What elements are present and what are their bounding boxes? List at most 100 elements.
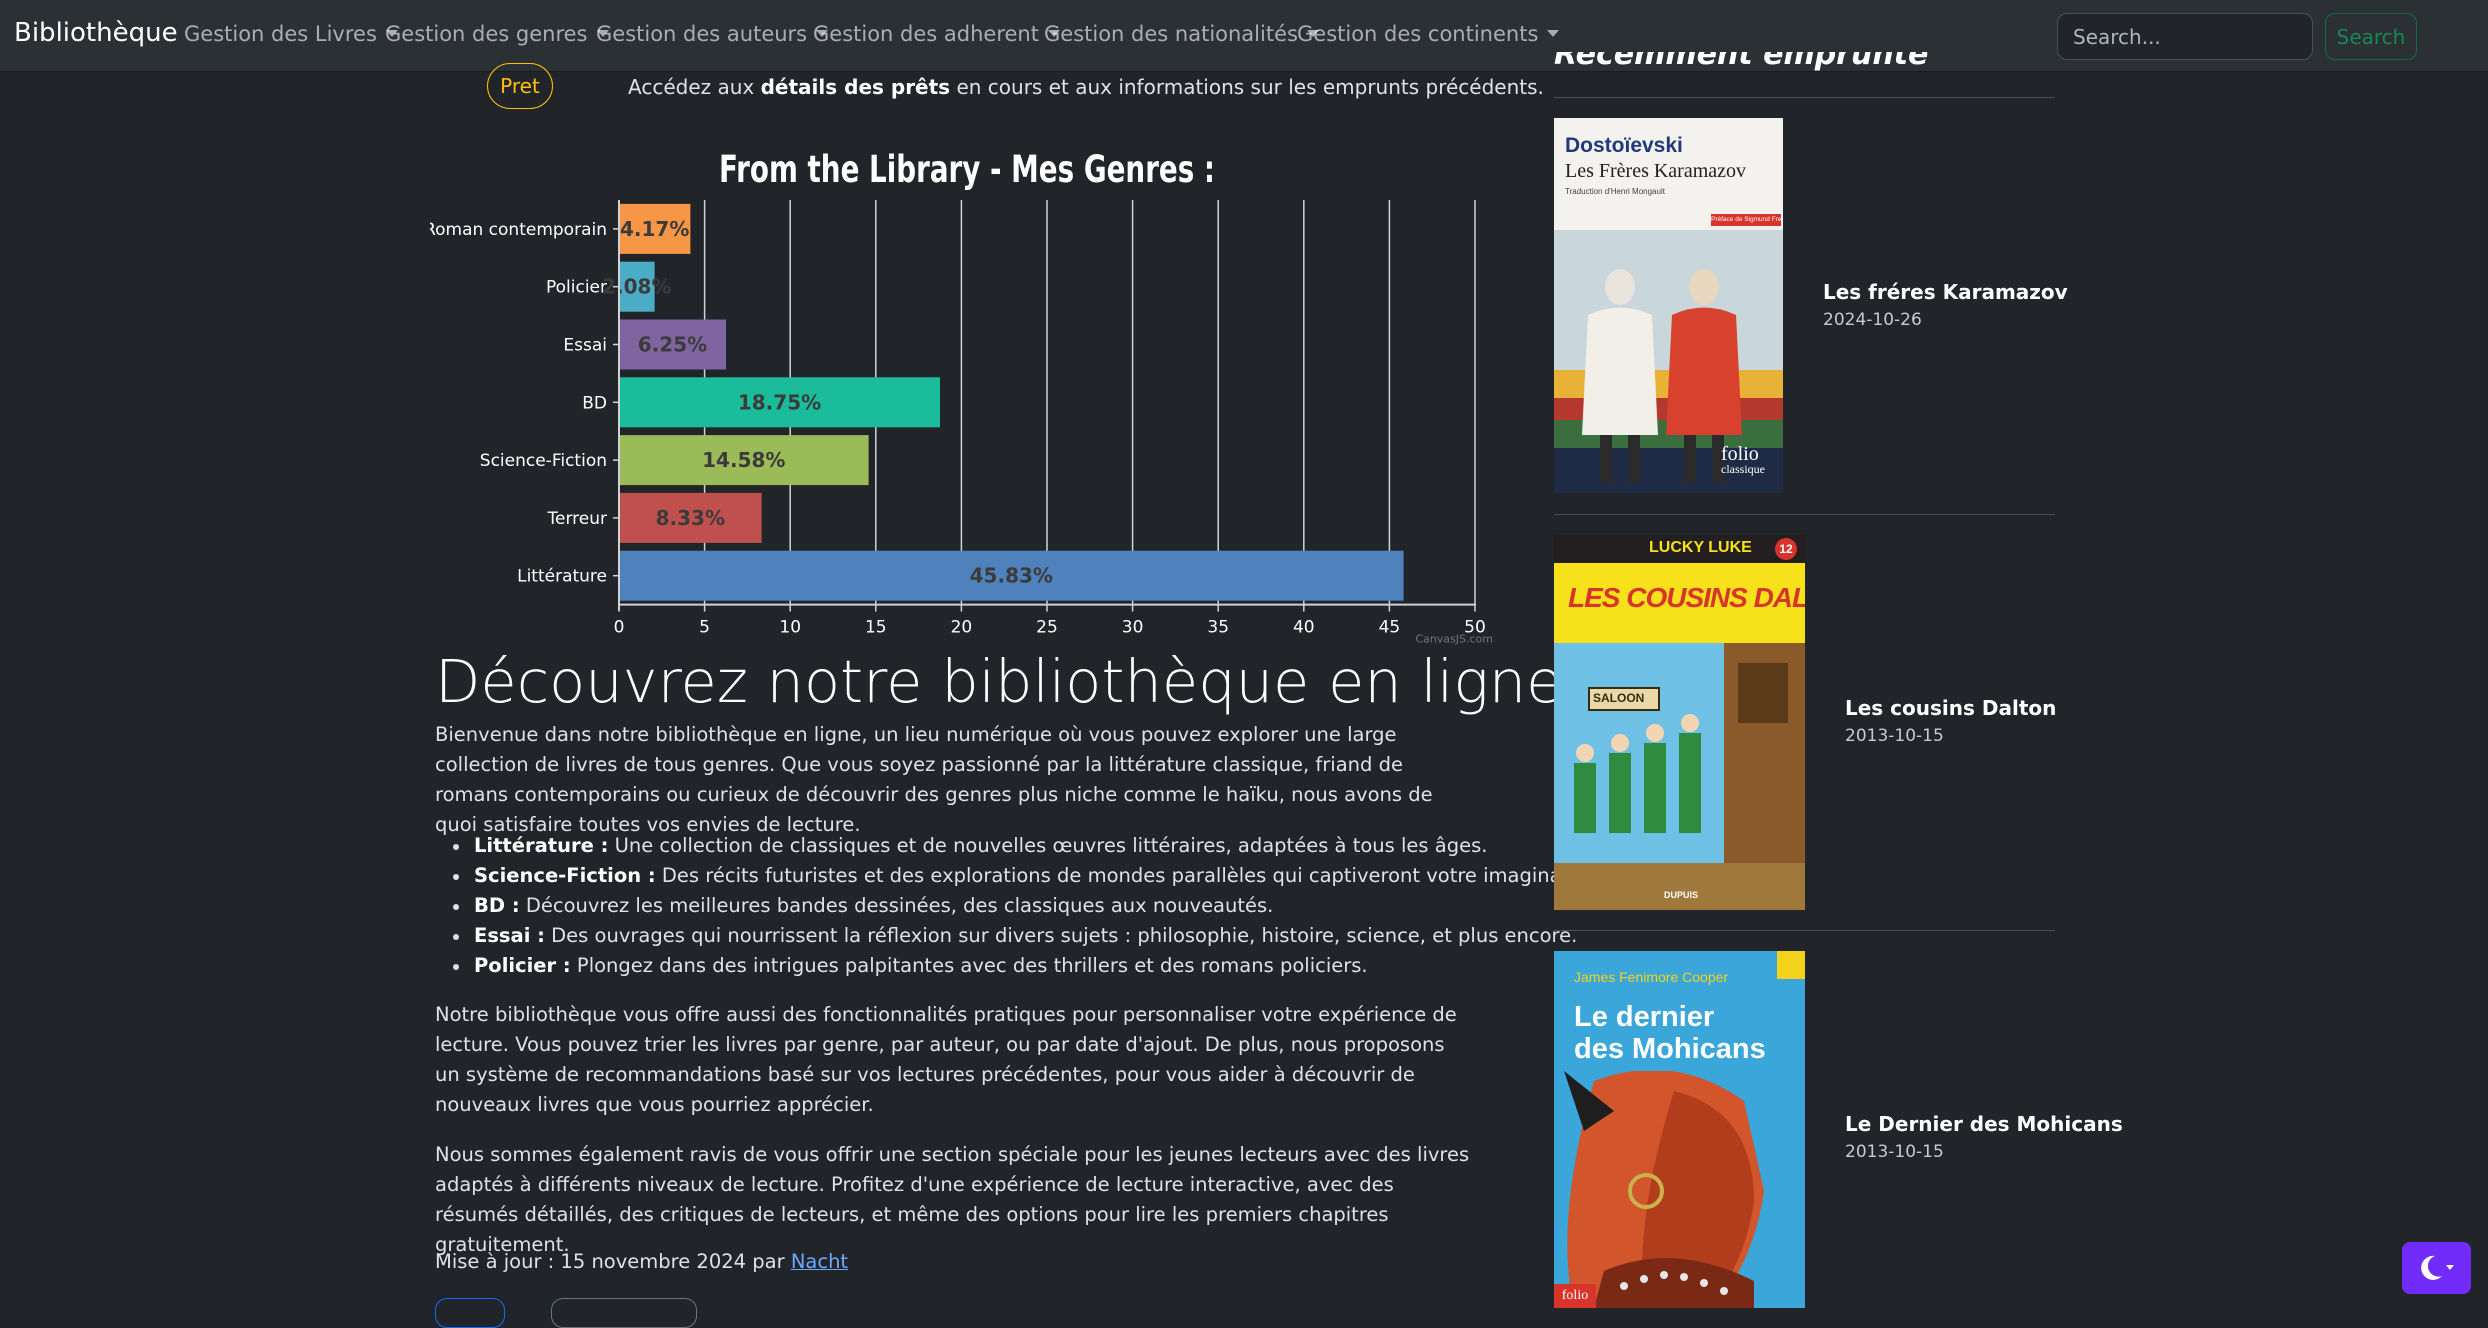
cover-title-line1: Le dernier: [1574, 1001, 1715, 1033]
pret-badge[interactable]: Pret: [487, 63, 553, 109]
search-input[interactable]: [2057, 13, 2313, 60]
chart-category-label: Littérature: [517, 567, 607, 587]
list-item: Littérature : Une collection de classiqu…: [453, 831, 1514, 861]
genre-desc: Des récits futuristes et des exploration…: [655, 864, 1606, 887]
book-title[interactable]: Le Dernier des Mohicans: [1845, 1112, 2123, 1136]
book-cover-dalton[interactable]: LUCKY LUKE 12 LES COUSINS DALTON SALOON …: [1554, 535, 1805, 910]
moon-icon: [2421, 1255, 2454, 1280]
nav-gestion-continents[interactable]: Gestion des continents: [1297, 22, 1560, 46]
page-heading: Découvrez notre bibliothèque en ligne: [435, 647, 1563, 716]
nav-label: Gestion des auteurs: [596, 22, 808, 46]
chart-category-label: Essai: [563, 336, 607, 356]
cover-title-line2: des Mohicans: [1574, 1033, 1766, 1065]
nav-label: Gestion des genres: [385, 22, 588, 46]
pret-text: Accédez aux: [628, 75, 761, 99]
cover-title: LES COUSINS DALTON: [1568, 582, 1805, 613]
book-date: 2013-10-15: [1845, 726, 1944, 746]
cover-author: James Fenimore Cooper: [1574, 969, 1729, 985]
chart-tick-label: 5: [699, 618, 710, 638]
book-cover-karamazov[interactable]: Dostoïevski Les Frères Karamazov Traduct…: [1554, 118, 1783, 493]
genre-list: Littérature : Une collection de classiqu…: [453, 831, 1605, 981]
navbar-brand[interactable]: Bibliothèque: [14, 18, 178, 48]
chart-category-label: Science-Fiction: [480, 451, 607, 471]
nav-gestion-adherent[interactable]: Gestion des adherent: [813, 22, 1060, 46]
genre-desc: Plongez dans des intrigues palpitantes a…: [570, 954, 1368, 977]
genre-desc: Une collection de classiques et de nouve…: [608, 834, 1488, 857]
theme-toggle-button[interactable]: [2402, 1242, 2471, 1294]
chart-value-label: 18.75%: [738, 390, 821, 414]
chart-tick-label: 10: [779, 618, 801, 638]
cover-corner: [1777, 951, 1805, 979]
nav-gestion-livres[interactable]: Gestion des Livres: [184, 22, 398, 46]
chart-tick-label: 45: [1379, 618, 1401, 638]
list-item: Science-Fiction : Des récits futuristes …: [453, 861, 1605, 891]
cover-series: LUCKY LUKE: [1649, 539, 1752, 556]
chart-tick-label: 25: [1036, 618, 1058, 638]
genre-desc: Découvrez les meilleures bandes dessinée…: [519, 894, 1274, 917]
cover-author: Dostoïevski: [1565, 134, 1683, 157]
book-date: 2013-10-15: [1845, 1142, 1944, 1162]
nav-label: Gestion des continents: [1297, 22, 1539, 46]
recent-heading-text: Récemment emprunté: [1554, 52, 1929, 72]
search-button[interactable]: Search: [2325, 13, 2417, 60]
cover-publisher: DUPUIS: [1664, 890, 1699, 900]
author-link[interactable]: Nacht: [791, 1250, 848, 1273]
chart-value-label: 45.83%: [970, 564, 1053, 588]
navbar: Bibliothèque Gestion des Livres Gestion …: [0, 0, 2488, 72]
features-paragraph: Notre bibliothèque vous offre aussi des …: [435, 1003, 1457, 1116]
chart-value-label: 6.25%: [638, 333, 707, 357]
nav-gestion-auteurs[interactable]: Gestion des auteurs: [596, 22, 829, 46]
genre-name: Science-Fiction :: [474, 864, 656, 887]
book-title[interactable]: Les cousins Dalton: [1845, 696, 2056, 720]
chart-tick-label: 15: [865, 618, 887, 638]
nav-label: Gestion des Livres: [184, 22, 377, 46]
book-cover-mohicans[interactable]: James Fenimore Cooper Le dernier des Moh…: [1554, 951, 1805, 1308]
genre-bar-chart: From the Library - Mes Genres : Roman con…: [430, 148, 1493, 646]
cover-portrait: [1564, 1071, 1764, 1308]
chevron-down-icon: [1547, 30, 1560, 37]
chart-title: From the Library - Mes Genres :: [719, 148, 1215, 191]
nav-label: Gestion des adherent: [813, 22, 1039, 46]
nav-label: Gestion des nationalités: [1044, 22, 1298, 46]
recent-heading: Récemment emprunté: [1554, 52, 1928, 76]
cover-sign: SALOON: [1593, 691, 1645, 705]
genre-name: Essai :: [474, 924, 545, 947]
chart-value-label: 8.33%: [656, 506, 725, 530]
divider: [1554, 930, 2055, 931]
cover-number: 12: [1775, 538, 1797, 560]
cover-collection: classique: [1721, 462, 1765, 476]
chart-category-label: BD: [582, 393, 607, 413]
cover-title: Les Frères Karamazov: [1565, 160, 1747, 182]
cover-illustration: [1554, 643, 1805, 910]
book-title[interactable]: Les fréres Karamazov: [1823, 280, 2068, 304]
list-item: Policier : Plongez dans des intrigues pa…: [453, 951, 1514, 981]
cover-translator: Traduction d'Henri Mongault: [1565, 187, 1665, 196]
cover-publisher: folio: [1554, 1284, 1596, 1308]
chart-value-label: 2.08%: [602, 275, 671, 299]
chart-tick-label: 35: [1207, 618, 1229, 638]
pret-text-bold: détails des prêts: [760, 75, 951, 99]
book-date: 2024-10-26: [1823, 310, 1922, 330]
chart-value-label: 14.58%: [702, 448, 785, 472]
chart-tick-label: 20: [951, 618, 973, 638]
chart-tick-label: 0: [614, 618, 625, 638]
genre-name: Littérature :: [474, 834, 609, 857]
secondary-button[interactable]: [551, 1298, 697, 1328]
nav-gestion-genres[interactable]: Gestion des genres: [385, 22, 609, 46]
primary-button[interactable]: [435, 1298, 505, 1328]
chart-value-label: 4.17%: [620, 217, 689, 241]
intro-paragraph: Bienvenue dans notre bibliothèque en lig…: [435, 723, 1433, 836]
chart-tick-label: 30: [1122, 618, 1144, 638]
nav-gestion-nationalites[interactable]: Gestion des nationalités: [1044, 22, 1319, 46]
chart-category-label: Terreur: [547, 509, 607, 529]
genre-name: BD :: [474, 894, 520, 917]
genre-name: Policier :: [474, 954, 571, 977]
chart-category-label: Policier: [546, 278, 607, 298]
chart-tick-label: 40: [1293, 618, 1315, 638]
list-item: Essai : Des ouvrages qui nourrissent la …: [453, 921, 1577, 951]
update-text: Mise à jour : 15 novembre 2024 par: [435, 1250, 791, 1273]
pret-text: en cours et aux informations sur les emp…: [950, 75, 1544, 99]
genre-desc: Des ouvrages qui nourrissent la réflexio…: [544, 924, 1578, 947]
divider: [1554, 514, 2055, 515]
pret-description: Accédez aux détails des prêts en cours e…: [628, 75, 1544, 99]
